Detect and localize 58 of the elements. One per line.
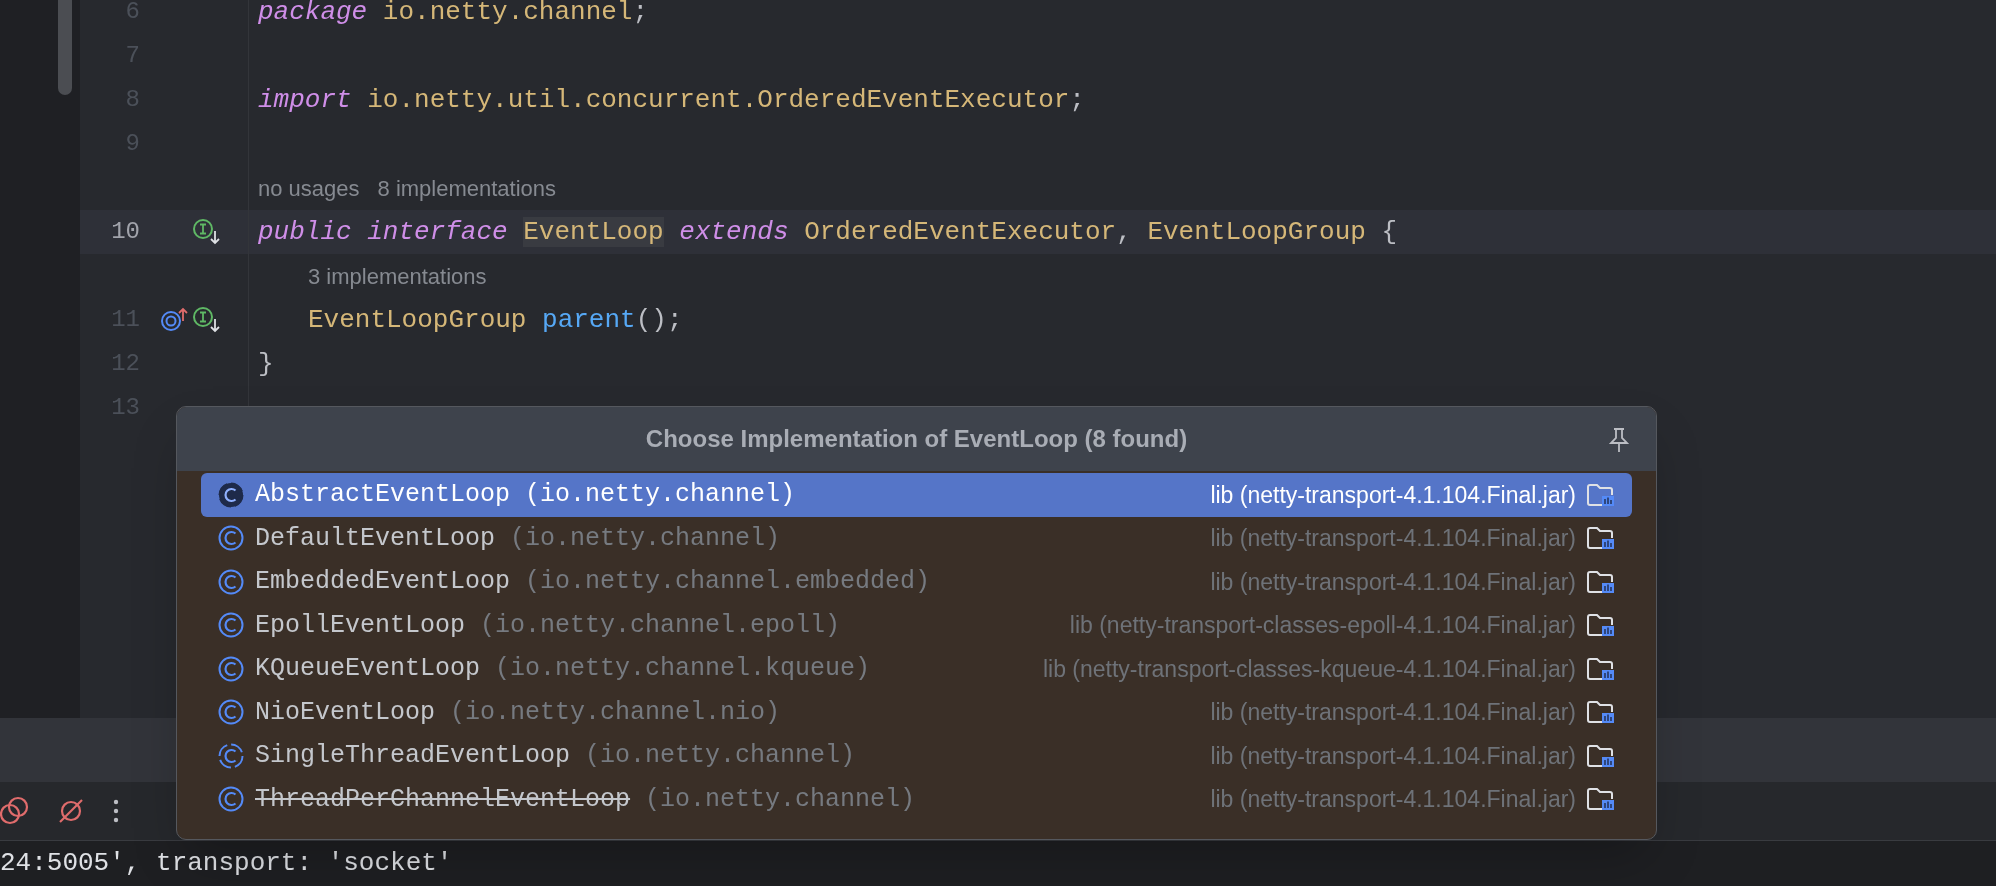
class-name: DefaultEventLoop	[255, 522, 496, 555]
popup-title: Choose Implementation of EventLoop (8 found)	[645, 424, 1188, 454]
line-number: 10	[110, 217, 140, 247]
library-name: lib (netty-transport-4.1.104.Final.jar)	[1209, 785, 1576, 814]
package-name: (io.netty.channel.kqueue)	[495, 653, 871, 685]
implementation-item[interactable]: DefaultEventLoop (io.netty.channel) lib (netty-transport-4.1.104.Final.jar)	[201, 516, 1632, 560]
class-icon	[217, 567, 245, 596]
code-line: }	[258, 347, 274, 381]
class-name: AbstractEventLoop	[255, 479, 511, 511]
code-line: import io.netty.util.concurrent.OrderedEventExecutor;	[258, 83, 1085, 117]
more-icon[interactable]	[112, 798, 120, 824]
overrides-icon[interactable]	[160, 306, 190, 334]
library-name: lib (netty-transport-4.1.104.Final.jar)	[1209, 698, 1576, 727]
implementation-item[interactable]: SingleThreadEventLoop (io.netty.channel) lib (netty-transport-4.1.104.Final.jar)	[201, 734, 1632, 778]
package-name: (io.netty.channel)	[510, 522, 781, 555]
class-icon	[217, 654, 245, 683]
implementation-item[interactable]: KQueueEventLoop (io.netty.channel.kqueue) lib (netty-transport-classes-kqueue-4.1.104.Final.jar)	[201, 647, 1632, 691]
inlay-hint[interactable]: 8 implementations	[377, 171, 557, 205]
class-icon	[217, 785, 245, 814]
scrollbar-thumb[interactable]	[58, 0, 72, 95]
library-name: lib (netty-transport-4.1.104.Final.jar)	[1209, 741, 1576, 771]
implementation-item[interactable]: NioEventLoop (io.netty.channel.nio) lib (netty-transport-4.1.104.Final.jar)	[201, 690, 1632, 734]
library-name: lib (netty-transport-classes-kqueue-4.1.104.Final.jar)	[1041, 654, 1576, 684]
implementation-item[interactable]: EpollEventLoop (io.netty.channel.epoll) lib (netty-transport-classes-epoll-4.1.104.Final.jar)	[201, 603, 1632, 647]
library-name: lib (netty-transport-4.1.104.Final.jar)	[1209, 524, 1576, 553]
class-name: EpollEventLoop	[255, 609, 466, 642]
class-icon	[217, 524, 245, 553]
abstract-class-icon	[217, 480, 245, 509]
implementation-item[interactable]: AbstractEventLoop (io.netty.channel) lib (netty-transport-4.1.104.Final.jar)	[201, 473, 1632, 517]
class-name: NioEventLoop	[255, 696, 436, 729]
package-name: (io.netty.channel.epoll)	[480, 609, 841, 642]
library-name: lib (netty-transport-classes-epoll-4.1.104.Final.jar)	[1068, 611, 1576, 640]
class-name: KQueueEventLoop	[255, 653, 481, 685]
class-name: ThreadPerChannelEventLoop	[255, 783, 631, 816]
implemented-icon[interactable]	[192, 306, 222, 334]
library-name: lib (netty-transport-4.1.104.Final.jar)	[1209, 567, 1576, 597]
implementation-item[interactable]: EmbeddedEventLoop (io.netty.channel.embedded) lib (netty-transport-4.1.104.Final.jar)	[201, 560, 1632, 604]
code-line: package io.netty.channel;	[258, 0, 649, 29]
abstract-class-icon	[217, 741, 245, 770]
implementation-item[interactable]: ThreadPerChannelEventLoop (io.netty.channel) lib (netty-transport-4.1.104.Final.jar)	[201, 777, 1632, 821]
inlay-hint[interactable]: no usages	[258, 171, 360, 205]
console-output: 24:5005', transport: 'socket'	[0, 847, 453, 880]
inlay-hint[interactable]: 3 implementations	[308, 259, 487, 293]
library-name: lib (netty-transport-4.1.104.Final.jar)	[1209, 480, 1576, 510]
package-name: (io.netty.channel)	[525, 479, 796, 511]
overlapping-circles-icon[interactable]	[0, 796, 30, 826]
code-line: EventLoopGroup parent();	[308, 303, 683, 337]
class-icon	[217, 698, 245, 727]
package-name: (io.netty.channel.embedded)	[525, 566, 931, 598]
class-name: EmbeddedEventLoop	[255, 566, 511, 598]
code-line: public interface EventLoop extends OrderedEventExecutor, EventLoopGroup {	[258, 215, 1398, 249]
package-name: (io.netty.channel.nio)	[450, 696, 781, 729]
class-name: SingleThreadEventLoop	[255, 740, 571, 772]
package-name: (io.netty.channel)	[645, 783, 916, 816]
implemented-icon[interactable]	[192, 218, 222, 246]
package-name: (io.netty.channel)	[585, 740, 856, 772]
class-icon	[217, 611, 245, 640]
pin-icon[interactable]	[1607, 427, 1631, 453]
